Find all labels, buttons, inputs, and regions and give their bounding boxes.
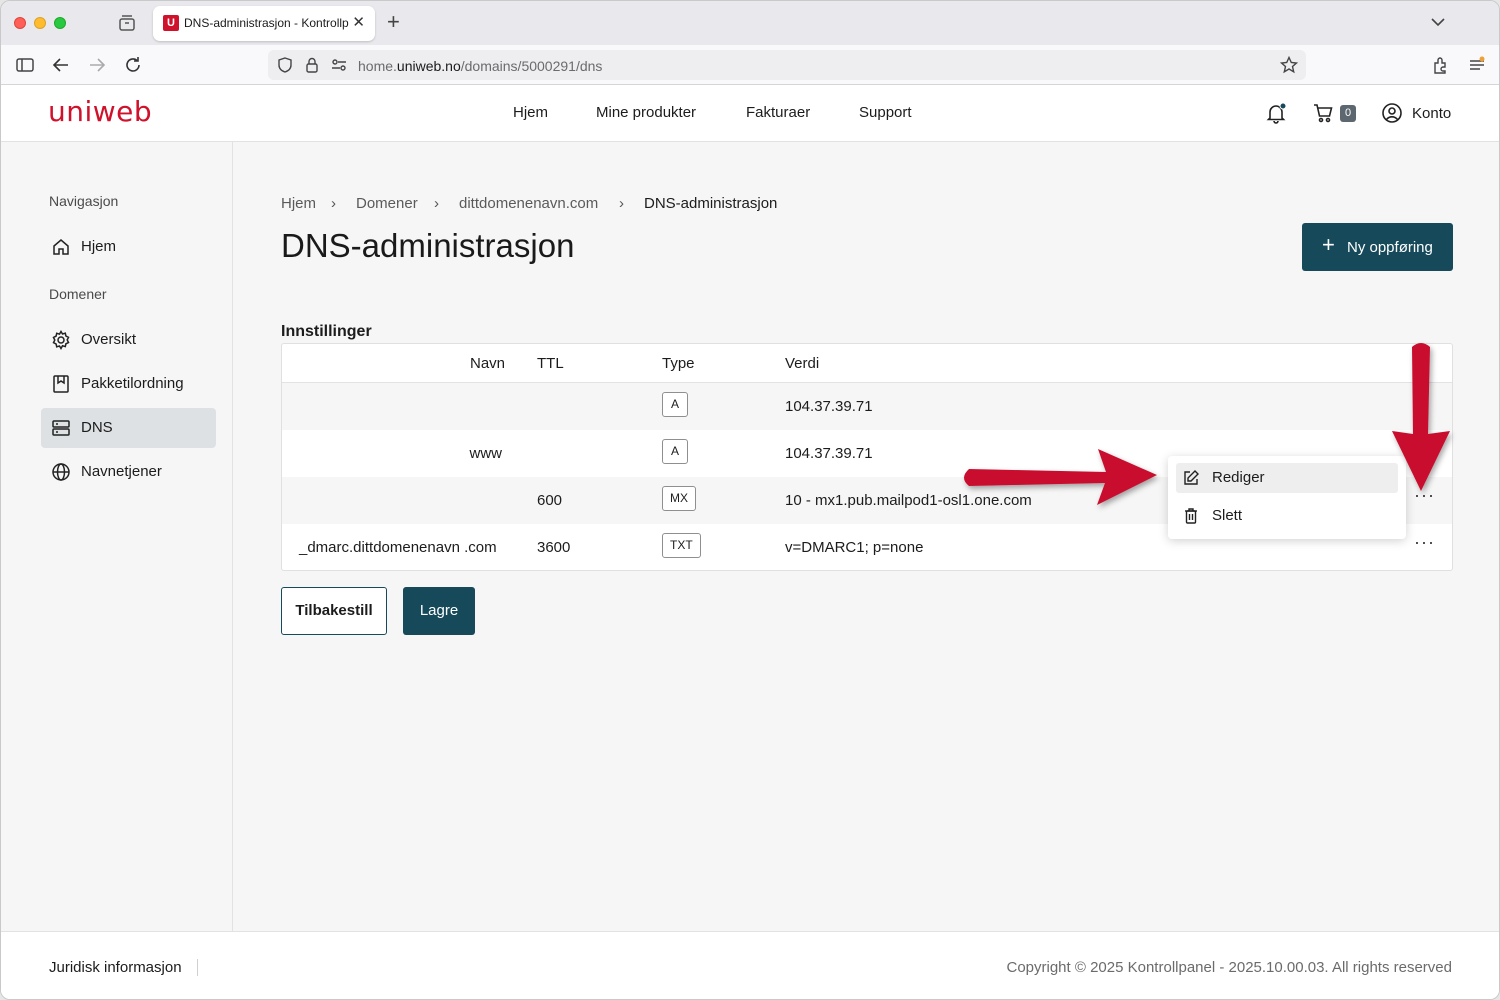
close-tab-icon[interactable]: ✕ <box>352 13 365 31</box>
section-title: Innstillinger <box>281 323 372 340</box>
record-type-badge: A <box>662 392 688 417</box>
edit-icon <box>1184 470 1199 485</box>
globe-icon <box>52 463 70 481</box>
forward-icon[interactable] <box>87 55 107 75</box>
record-type-badge: A <box>662 439 688 464</box>
page-title: DNS-administrasjon <box>281 227 575 264</box>
nav-products[interactable]: Mine produkter <box>596 104 696 121</box>
row-actions-menu: Rediger Slett <box>1168 456 1406 539</box>
column-header-value: Verdi <box>785 355 820 372</box>
sidebar: Navigasjon Hjem Domener Oversikt Pakketi… <box>1 142 233 931</box>
save-button[interactable]: Lagre <box>403 587 475 635</box>
sidebar-item-nameserver[interactable]: Navnetjener <box>41 452 216 492</box>
menu-icon[interactable] <box>1467 55 1487 75</box>
site-header: uniweb Hjem Mine produkter Fakturaer Sup… <box>1 85 1499 142</box>
new-record-button[interactable]: + Ny oppføring <box>1302 223 1453 271</box>
chevron-right-icon: › <box>434 195 439 212</box>
record-value: 104.37.39.71 <box>785 445 873 462</box>
cart-icon[interactable] <box>1312 102 1334 124</box>
sidebar-item-home[interactable]: Hjem <box>41 227 216 267</box>
cart-count-badge: 0 <box>1340 105 1356 122</box>
record-value: v=DMARC1; p=none <box>785 539 924 556</box>
nav-home[interactable]: Hjem <box>513 104 548 121</box>
row-actions-more-icon[interactable]: ··· <box>1414 532 1435 553</box>
menu-item-delete[interactable]: Slett <box>1176 501 1398 531</box>
footer: Juridisk informasjon Copyright © 2025 Ko… <box>1 931 1499 999</box>
sidebar-item-dns[interactable]: DNS <box>41 408 216 448</box>
sidebar-item-overview[interactable]: Oversikt <box>41 320 216 360</box>
nav-support[interactable]: Support <box>859 104 912 121</box>
shield-icon[interactable] <box>276 56 294 74</box>
sidebar-item-label: Hjem <box>81 238 117 255</box>
legal-info-link[interactable]: Juridisk informasjon <box>49 959 198 976</box>
sidebar-item-label: DNS <box>81 419 113 436</box>
tab-overview-icon[interactable] <box>117 13 137 33</box>
address-bar[interactable]: home.uniweb.no/domains/5000291/dns <box>268 50 1306 80</box>
column-header-type: Type <box>662 355 695 372</box>
sidebar-item-package[interactable]: Pakketilordning <box>41 364 216 404</box>
record-type-badge: MX <box>662 486 696 511</box>
close-window-button[interactable] <box>14 17 26 29</box>
maximize-window-button[interactable] <box>54 17 66 29</box>
package-icon <box>53 375 69 393</box>
record-name: _dmarc.dittdomenenavn .com <box>299 539 497 556</box>
record-type-badge: TXT <box>662 533 701 558</box>
browser-tab[interactable]: U DNS-administrasjon - Kontrollpanel ✕ <box>153 6 375 41</box>
row-actions-more-icon[interactable]: ··· <box>1414 485 1435 506</box>
server-icon <box>52 420 70 436</box>
record-value: 10 - mx1.pub.mailpod1-osl1.one.com <box>785 492 1032 509</box>
uniweb-logo[interactable]: uniweb <box>48 95 152 128</box>
account-icon[interactable] <box>1381 102 1403 124</box>
favicon-icon: U <box>163 15 179 31</box>
sidebar-toggle-icon[interactable] <box>15 55 35 75</box>
column-header-ttl: TTL <box>537 355 564 372</box>
extensions-icon[interactable] <box>1431 55 1451 75</box>
sidebar-item-label: Navnetjener <box>81 463 162 480</box>
back-icon[interactable] <box>51 55 71 75</box>
home-icon <box>53 239 69 255</box>
browser-toolbar: home.uniweb.no/domains/5000291/dns <box>1 45 1499 85</box>
record-value: 104.37.39.71 <box>785 398 873 415</box>
new-tab-button[interactable]: + <box>387 11 400 33</box>
breadcrumb-domain[interactable]: dittdomenenavn.com <box>459 195 598 212</box>
url-text: home.uniweb.no/domains/5000291/dns <box>358 58 603 74</box>
bookmark-star-icon[interactable] <box>1280 56 1298 74</box>
tab-title: DNS-administrasjon - Kontrollpanel <box>184 16 349 30</box>
reset-button[interactable]: Tilbakestill <box>281 587 387 635</box>
sidebar-heading-navigation: Navigasjon <box>49 193 119 209</box>
column-header-name: Navn <box>470 355 506 372</box>
trash-icon <box>1185 508 1197 524</box>
breadcrumb-home[interactable]: Hjem <box>281 195 316 212</box>
sidebar-item-label: Pakketilordning <box>81 375 184 392</box>
menu-item-edit[interactable]: Rediger <box>1176 463 1398 493</box>
record-ttl: 600 <box>537 492 563 509</box>
record-ttl: 3600 <box>537 539 571 556</box>
record-name: www <box>469 445 503 462</box>
nav-invoices[interactable]: Fakturaer <box>746 104 810 121</box>
gear-icon <box>52 330 70 350</box>
chevron-down-icon[interactable] <box>1429 13 1447 31</box>
minimize-window-button[interactable] <box>34 17 46 29</box>
plus-icon: + <box>1322 232 1335 257</box>
tab-bar: U DNS-administrasjon - Kontrollpanel ✕ + <box>1 1 1499 45</box>
breadcrumb-domains[interactable]: Domener <box>356 195 418 212</box>
breadcrumb-current: DNS-administrasjon <box>644 195 778 212</box>
chevron-right-icon: › <box>619 195 624 212</box>
sidebar-item-label: Oversikt <box>81 331 137 348</box>
lock-icon[interactable] <box>304 56 320 74</box>
browser-window: U DNS-administrasjon - Kontrollpanel ✕ +… <box>0 0 1500 1000</box>
table-row: A 104.37.39.71 <box>282 383 1452 430</box>
chevron-right-icon: › <box>331 195 336 212</box>
reload-icon[interactable] <box>123 55 143 75</box>
bell-icon[interactable] <box>1265 102 1287 124</box>
account-link[interactable]: Konto <box>1412 105 1451 122</box>
copyright-text: Copyright © 2025 Kontrollpanel - 2025.10… <box>1006 959 1453 976</box>
sidebar-heading-domains: Domener <box>49 286 107 302</box>
permissions-icon[interactable] <box>330 57 348 73</box>
